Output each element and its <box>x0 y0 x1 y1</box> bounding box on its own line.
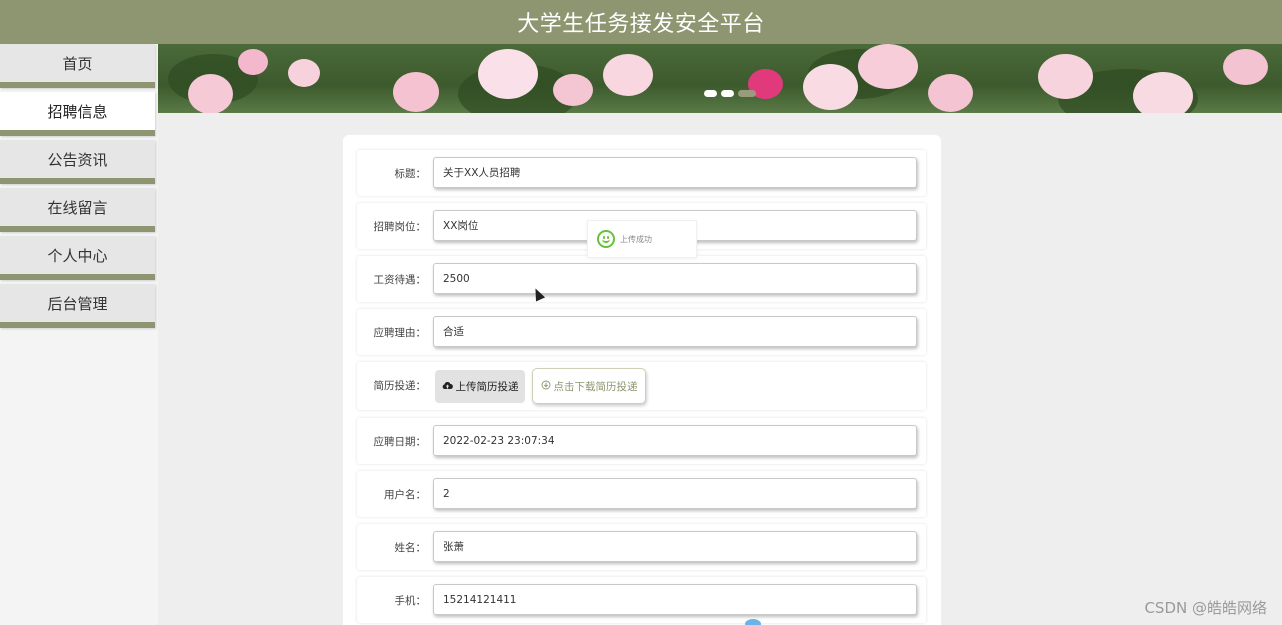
carousel-dot-2[interactable] <box>721 90 734 97</box>
download-resume-button[interactable]: 点击下载简历投递 <box>532 368 646 404</box>
carousel-dot-3[interactable] <box>738 90 756 97</box>
download-resume-label: 点击下载简历投递 <box>553 380 638 393</box>
username-label: 用户名： <box>384 488 426 501</box>
carousel-indicators[interactable] <box>704 90 756 97</box>
form-row-title: 标题： 关于XX人员招聘 <box>357 150 926 196</box>
name-field[interactable]: 张萧 <box>433 531 917 562</box>
sidebar-item-messages[interactable]: 在线留言 <box>0 188 155 232</box>
form-row-date: 应聘日期： 2022-02-23 23:07:34 <box>357 418 926 464</box>
salary-label: 工资待遇： <box>373 273 427 286</box>
date-label: 应聘日期： <box>373 435 427 448</box>
title-field[interactable]: 关于XX人员招聘 <box>433 157 917 188</box>
carousel-dot-1[interactable] <box>704 90 717 97</box>
phone-field[interactable]: 15214121411 <box>433 584 917 615</box>
download-icon <box>541 380 551 393</box>
sidebar-nav: 首页 招聘信息 公告资讯 在线留言 个人中心 后台管理 <box>0 44 158 625</box>
site-title: 大学生任务接发安全平台 <box>517 12 765 37</box>
username-field[interactable]: 2 <box>433 478 917 509</box>
salary-field[interactable]: 2500 <box>433 263 917 294</box>
form-row-username: 用户名： 2 <box>357 471 926 517</box>
app-header: 大学生任务接发安全平台 <box>0 0 1282 44</box>
form-row-reason: 应聘理由： 合适 <box>357 309 926 355</box>
toast-message: 上传成功 <box>620 234 652 244</box>
sidebar-item-admin[interactable]: 后台管理 <box>0 284 155 328</box>
position-label: 招聘岗位： <box>373 220 427 233</box>
date-field[interactable]: 2022-02-23 23:07:34 <box>433 425 917 456</box>
form-row-phone: 手机： 15214121411 <box>357 577 926 623</box>
upload-resume-label: 上传简历投递 <box>455 381 519 393</box>
upload-resume-button[interactable]: 上传简历投递 <box>435 370 525 403</box>
sidebar-item-recruitment[interactable]: 招聘信息 <box>0 92 155 136</box>
form-row-name: 姓名： 张萧 <box>357 524 926 570</box>
success-toast: 上传成功 <box>587 220 697 258</box>
sidebar-item-home[interactable]: 首页 <box>0 44 155 88</box>
sidebar-item-profile[interactable]: 个人中心 <box>0 236 155 280</box>
form-row-resume: 简历投递： 上传简历投递 点击下载简历投递 <box>357 362 926 410</box>
cloud-upload-icon <box>442 381 453 393</box>
name-label: 姓名： <box>394 541 427 554</box>
banner-carousel[interactable] <box>158 44 1282 113</box>
smile-icon <box>597 230 615 248</box>
watermark: CSDN @皓皓网络 <box>1144 599 1267 617</box>
sidebar-item-announcements[interactable]: 公告资讯 <box>0 140 155 184</box>
title-label: 标题： <box>394 167 427 180</box>
back-to-top-icon[interactable] <box>745 619 761 625</box>
reason-label: 应聘理由： <box>373 326 427 339</box>
resume-label: 简历投递： <box>373 379 427 392</box>
phone-label: 手机： <box>394 594 427 607</box>
reason-field[interactable]: 合适 <box>433 316 917 347</box>
form-row-salary: 工资待遇： 2500 <box>357 256 926 302</box>
